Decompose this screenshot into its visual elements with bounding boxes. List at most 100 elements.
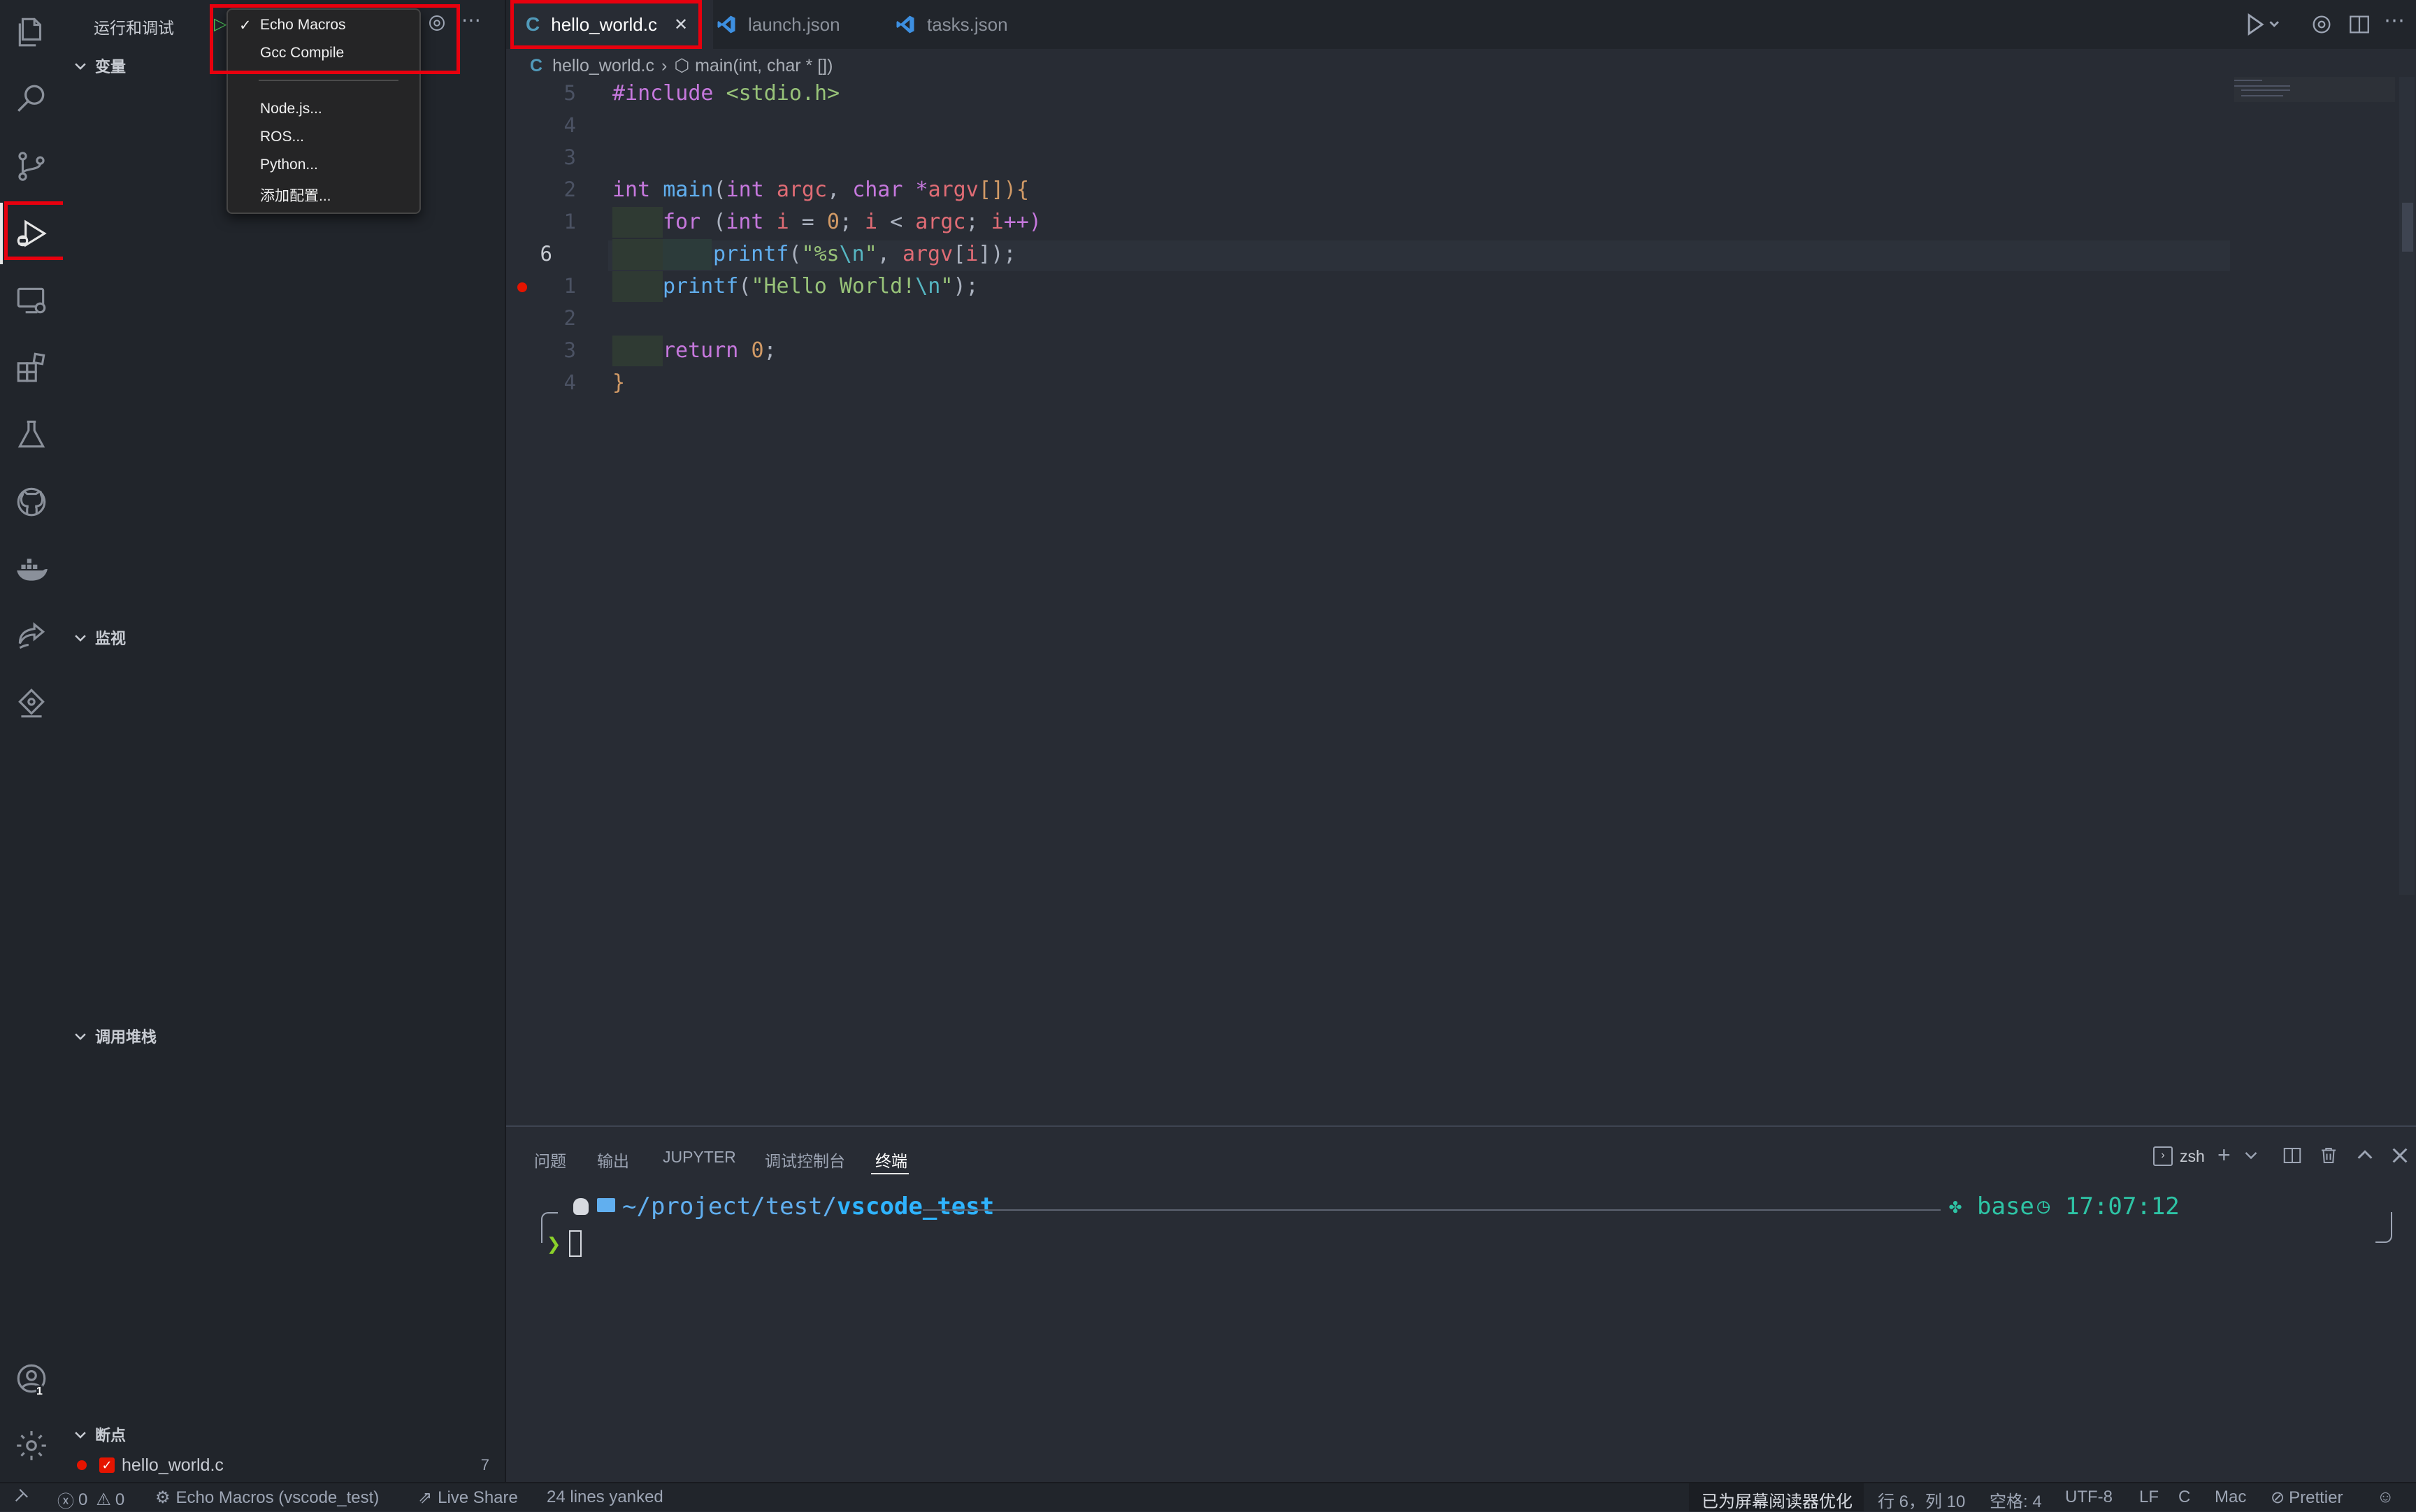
- chevron-down-icon[interactable]: [2243, 1146, 2259, 1163]
- tab-tasks-json[interactable]: tasks.json: [895, 0, 1056, 49]
- code-editor[interactable]: [506, 82, 2416, 1124]
- problems-indicator[interactable]: ⓧ 0 ⚠ 0: [57, 1488, 124, 1512]
- indent-guide: [612, 336, 663, 366]
- apple-icon: [573, 1198, 589, 1215]
- settings-gear-icon[interactable]: [2310, 13, 2334, 36]
- breadcrumb-separator-icon: ›: [661, 55, 668, 75]
- github-icon[interactable]: [0, 471, 63, 533]
- warning-icon: ⚠: [96, 1490, 111, 1509]
- editor-tab-bar: C hello_world.c ✕ launch.json tasks.json…: [506, 0, 2416, 49]
- variables-section-header[interactable]: 变量: [73, 55, 126, 77]
- terminal-shell-selector[interactable]: › zsh: [2153, 1146, 2205, 1166]
- clock-icon: ◷: [2037, 1194, 2050, 1218]
- screen-reader-status[interactable]: 已为屏幕阅读器优化: [1702, 1488, 1853, 1512]
- chevron-down-icon: [75, 635, 86, 642]
- editor-scrollbar[interactable]: [2399, 77, 2415, 895]
- minimap[interactable]: [2234, 77, 2395, 102]
- line-number: 4: [563, 370, 576, 394]
- chevron-down-icon: [75, 1033, 86, 1040]
- platform[interactable]: Mac: [2215, 1488, 2246, 1507]
- language-mode[interactable]: C: [2178, 1488, 2190, 1507]
- run-dropdown-icon[interactable]: [2243, 11, 2285, 38]
- remote-indicator-icon[interactable]: [14, 1488, 29, 1503]
- line-number: 4: [563, 113, 576, 137]
- panel-tab-jupyter[interactable]: JUPYTER: [663, 1148, 736, 1167]
- bottom-panel: 问题 输出 JUPYTER 调试控制台 终端 › zsh + ~/project…: [506, 1125, 2416, 1483]
- status-bar: ⓧ 0 ⚠ 0 ⚙ Echo Macros (vscode_test) ⇗ Li…: [0, 1482, 2416, 1511]
- breakpoint-list-item[interactable]: ✓ hello_world.c 7: [77, 1454, 489, 1476]
- line-number-current: 6: [540, 242, 552, 266]
- feedback-icon[interactable]: ☺: [2377, 1488, 2394, 1507]
- code-line: #include <stdio.h>: [612, 81, 840, 106]
- status-message: 24 lines yanked: [547, 1488, 663, 1506]
- dropdown-highlight: [210, 4, 460, 74]
- call-stack-section-header[interactable]: 调用堆栈: [73, 1025, 157, 1047]
- encoding[interactable]: UTF-8: [2065, 1488, 2113, 1507]
- panel-tab-debug-console[interactable]: 调试控制台: [765, 1148, 845, 1172]
- line-number: 1: [563, 210, 576, 233]
- indentation[interactable]: 空格: 4: [1990, 1488, 2042, 1512]
- terminal-path: ~/project/test/vscode_test: [622, 1193, 995, 1221]
- call-stack-section-label: 调用堆栈: [95, 1028, 157, 1046]
- search-icon[interactable]: [0, 69, 63, 130]
- panel-tab-terminal[interactable]: 终端: [875, 1148, 907, 1172]
- indent-guide: [612, 239, 663, 270]
- accounts-badge: 1: [36, 1385, 43, 1398]
- menu-item-add-configuration[interactable]: 添加配置...: [260, 185, 331, 206]
- breakpoints-section-label: 断点: [95, 1427, 127, 1444]
- prettier-status[interactable]: ⊘ Prettier: [2271, 1488, 2343, 1508]
- breadcrumb-file[interactable]: hello_world.c: [552, 56, 654, 76]
- code-line: printf("Hello World!\n");: [663, 274, 979, 298]
- menu-item-python[interactable]: Python...: [260, 157, 318, 173]
- docker-icon[interactable]: [0, 538, 63, 600]
- menu-item-nodejs[interactable]: Node.js...: [260, 101, 322, 117]
- chevron-up-icon[interactable]: [2354, 1145, 2375, 1166]
- extensions-icon[interactable]: [0, 337, 63, 398]
- chevron-down-icon: [75, 1432, 86, 1439]
- trash-icon[interactable]: [2318, 1145, 2339, 1166]
- error-icon: ⓧ: [57, 1492, 74, 1511]
- watch-section-header[interactable]: 监视: [73, 626, 126, 649]
- debug-icon: ⚙: [155, 1488, 171, 1507]
- more-actions-icon[interactable]: ⋯: [2384, 8, 2405, 33]
- gitlens-icon[interactable]: [0, 672, 63, 734]
- accounts-icon[interactable]: 1: [0, 1348, 63, 1409]
- cursor-position[interactable]: 行 6，列 10: [1878, 1488, 1965, 1512]
- line-number: 3: [563, 338, 576, 362]
- active-tab-highlight: [510, 0, 702, 49]
- panel-tab-output[interactable]: 输出: [597, 1148, 629, 1172]
- split-editor-icon[interactable]: [2347, 13, 2371, 36]
- breadcrumb-symbol[interactable]: main(int, char * []): [695, 56, 833, 76]
- menu-separator: [259, 80, 398, 81]
- debug-config-status[interactable]: ⚙ Echo Macros (vscode_test): [155, 1488, 379, 1508]
- code-line: for (int i = 0; i < argc; i++): [663, 210, 1042, 234]
- indent-guide: [663, 239, 712, 270]
- live-share-icon[interactable]: [0, 605, 63, 667]
- vscode-icon: [896, 15, 914, 34]
- terminal-icon: ›: [2153, 1146, 2173, 1166]
- run-debug-sidebar: 运行和调试 ▷ ⋯ 变量 监视 调用堆栈 断点 ✓ hello_world.c …: [63, 0, 506, 1482]
- manage-gear-icon[interactable]: [0, 1415, 63, 1476]
- more-actions-icon[interactable]: ⋯: [461, 8, 481, 31]
- source-control-icon[interactable]: [0, 136, 63, 197]
- new-terminal-plus-icon[interactable]: +: [2217, 1142, 2231, 1168]
- breakpoint-file: hello_world.c: [122, 1455, 224, 1475]
- breakpoint-checkbox[interactable]: ✓: [99, 1457, 115, 1473]
- menu-item-ros[interactable]: ROS...: [260, 129, 304, 145]
- tab-launch-json[interactable]: launch.json: [716, 0, 877, 49]
- live-share-status[interactable]: ⇗ Live Share: [418, 1488, 518, 1508]
- folder-icon: [597, 1198, 615, 1212]
- close-panel-icon[interactable]: [2389, 1145, 2410, 1166]
- variables-section-label: 变量: [95, 58, 127, 75]
- panel-tab-problems[interactable]: 问题: [534, 1148, 566, 1172]
- terminal[interactable]: ~/project/test/vscode_test ✤ base ◷ 17:0…: [541, 1188, 2392, 1286]
- remote-explorer-icon[interactable]: [0, 270, 63, 331]
- testing-icon[interactable]: [0, 404, 63, 466]
- breakpoints-section-header[interactable]: 断点: [73, 1423, 126, 1446]
- end-of-line[interactable]: LF: [2139, 1488, 2159, 1507]
- explorer-icon[interactable]: [0, 1, 63, 63]
- conda-env: base: [1977, 1193, 2034, 1221]
- conda-icon: ✤: [1949, 1194, 1962, 1218]
- split-terminal-icon[interactable]: [2282, 1145, 2303, 1166]
- line-number: 2: [563, 178, 576, 201]
